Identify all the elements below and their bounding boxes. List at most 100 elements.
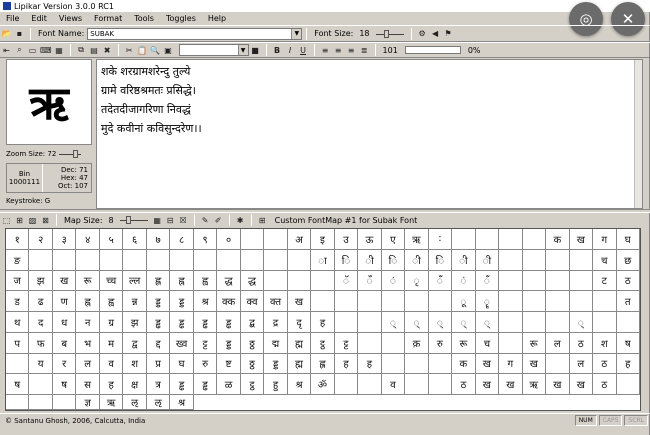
glyph-cell[interactable]: ड्ढ — [170, 312, 194, 333]
menu-format[interactable]: Format — [88, 14, 128, 23]
glyph-cell[interactable]: ६ — [123, 229, 147, 250]
glyph-cell[interactable]: ३ — [52, 229, 77, 250]
menu-help[interactable]: Help — [202, 14, 232, 23]
glyph-cell[interactable]: य — [29, 353, 53, 375]
menu-edit[interactable]: Edit — [25, 14, 53, 23]
glyph-cell[interactable] — [522, 249, 547, 271]
glyph-cell[interactable]: ी — [452, 249, 476, 271]
glyph-cell[interactable]: म — [99, 332, 124, 354]
glyph-cell[interactable]: हु — [264, 374, 288, 395]
glyph-cell[interactable]: ४ — [76, 229, 100, 250]
glyph-cell[interactable]: श — [593, 332, 617, 354]
glyph-cell[interactable] — [358, 374, 382, 395]
glyph-cell[interactable] — [217, 249, 241, 271]
glyph-cell[interactable]: ृ — [405, 270, 429, 292]
glyph-cell[interactable]: क्क — [217, 291, 241, 312]
glyph-cell[interactable]: ल — [76, 353, 100, 375]
glyph-cell[interactable]: न्न — [123, 291, 147, 312]
glyph-cell[interactable] — [499, 291, 523, 312]
map-add-icon[interactable]: ⊞ — [14, 214, 25, 226]
menu-tools[interactable]: Tools — [128, 14, 160, 23]
glyph-cell[interactable]: ख — [546, 374, 570, 395]
glyph-cell[interactable] — [499, 249, 523, 271]
open-icon[interactable]: 📂 — [1, 28, 12, 40]
bold-button[interactable]: B — [272, 44, 283, 56]
text-editor[interactable]: शके शरग्रामशरेन्दु तुल्ये ग्रामे वरिष्ठश… — [96, 59, 643, 209]
map-view-icon[interactable]: ▦ — [152, 214, 163, 226]
glyph-cell[interactable] — [6, 395, 30, 410]
glyph-cell[interactable] — [522, 229, 547, 250]
glyph-cell[interactable] — [522, 312, 547, 333]
glyph-cell[interactable]: न — [76, 312, 100, 333]
glyph-cell[interactable]: इ — [311, 229, 335, 250]
glyph-cell[interactable]: झ — [29, 270, 53, 292]
font-size-slider[interactable] — [375, 29, 404, 38]
glyph-cell[interactable] — [29, 395, 53, 410]
glyph-cell[interactable]: च — [593, 249, 617, 271]
glyph-cell[interactable] — [569, 270, 594, 292]
glyph-cell[interactable] — [428, 291, 453, 312]
glyph-cell[interactable]: ख — [52, 270, 77, 292]
glyph-cell[interactable]: ह्ल — [311, 353, 335, 375]
glyph-cell[interactable] — [593, 312, 617, 333]
glyph-cell[interactable] — [29, 249, 53, 271]
glyph-cell[interactable]: क — [452, 353, 476, 375]
glyph-cell[interactable] — [546, 249, 570, 271]
glyph-cell[interactable]: क्व — [240, 291, 265, 312]
menu-file[interactable]: File — [0, 14, 25, 23]
map-size-slider[interactable] — [119, 216, 148, 224]
glyph-cell[interactable]: ख — [569, 229, 594, 250]
glyph-cell[interactable] — [264, 249, 288, 271]
keyboard-icon[interactable]: ⌨ — [40, 44, 52, 56]
glyph-cell[interactable] — [546, 312, 570, 333]
glyph-cell[interactable] — [264, 270, 288, 292]
glyph-cell[interactable] — [616, 312, 640, 333]
glyph-cell[interactable]: ह्म — [287, 332, 312, 354]
glyph-cell[interactable]: ऋ — [522, 374, 547, 395]
glyph-cell[interactable]: ठ — [569, 332, 594, 354]
glyph-cell[interactable]: ह — [358, 353, 382, 375]
cut-icon[interactable]: ✂ — [124, 44, 135, 56]
copy-icon[interactable]: ⧉ — [76, 44, 87, 56]
glyph-cell[interactable]: ट्ट — [193, 332, 218, 354]
map-grid-icon[interactable]: ⊟ — [165, 214, 176, 226]
glyph-cell[interactable]: श्र — [170, 395, 194, 410]
glyph-cell[interactable]: ं — [452, 270, 476, 292]
glyph-cell[interactable]: ड्ड — [146, 291, 171, 312]
glyph-cell[interactable]: ड्ढ — [217, 312, 241, 333]
glyph-cell[interactable]: ल्ल — [123, 270, 147, 292]
glyph-cell[interactable]: १ — [6, 229, 30, 250]
glyph-cell[interactable]: श्र — [193, 291, 218, 312]
glyph-cell[interactable]: प — [6, 332, 30, 354]
glyph-cell[interactable]: ह्व — [99, 291, 124, 312]
glyph-cell[interactable]: द्ध — [217, 270, 241, 292]
align-left-icon[interactable]: ≡ — [320, 44, 331, 56]
glyph-cell[interactable]: स — [76, 374, 100, 395]
glyph-cell[interactable]: छ — [616, 249, 640, 271]
glyph-cell[interactable]: ड्ड — [170, 291, 194, 312]
map-edit2-icon[interactable]: ✐ — [213, 214, 224, 226]
glyph-cell[interactable] — [499, 312, 523, 333]
glyph-cell[interactable] — [546, 353, 570, 375]
paste-icon[interactable]: 📋 — [137, 44, 148, 56]
menu-views[interactable]: Views — [53, 14, 88, 23]
glyph-cell[interactable]: ध — [52, 312, 77, 333]
glyph-cell[interactable]: च्च — [99, 270, 124, 292]
glyph-cell[interactable] — [405, 291, 429, 312]
map-pencil-icon[interactable]: ✎ — [200, 214, 211, 226]
glyph-cell[interactable]: भ — [76, 332, 100, 354]
glyph-cell[interactable]: दृ — [287, 312, 312, 333]
glyph-cell[interactable]: ट्ठ — [311, 332, 335, 354]
glyph-cell[interactable]: ट — [593, 270, 617, 292]
glyph-cell[interactable] — [499, 229, 523, 250]
glyph-cell[interactable]: ठ — [593, 374, 617, 395]
glyph-cell[interactable] — [358, 291, 382, 312]
glyph-cell[interactable] — [334, 291, 359, 312]
glyph-cell[interactable]: ख — [499, 374, 523, 395]
glyph-cell[interactable]: ड्ढ — [146, 312, 171, 333]
map-zoom-icon[interactable]: ⊠ — [40, 214, 51, 226]
glyph-cell[interactable]: ठ्ठ — [240, 353, 265, 375]
glyph-cell[interactable] — [546, 270, 570, 292]
glyph-cell[interactable]: ् — [405, 312, 429, 333]
glyph-cell[interactable]: ू — [452, 291, 476, 312]
